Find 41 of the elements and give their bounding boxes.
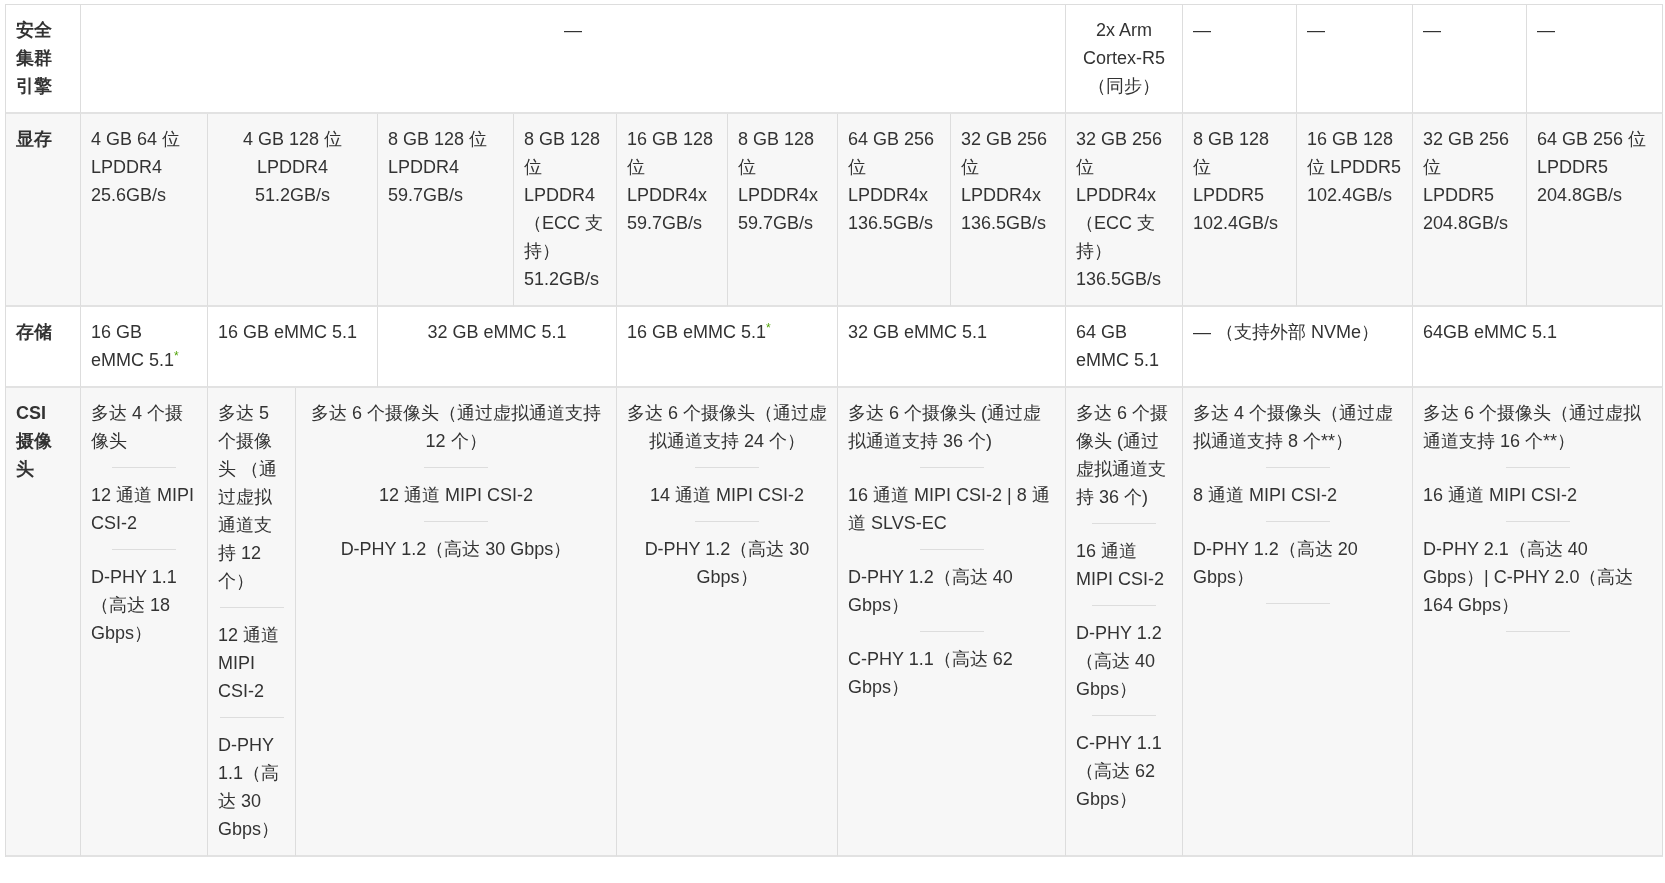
cell-text: 16 通道 MIPI CSI-2	[1423, 484, 1579, 507]
cell-text: 12 通道 MIPI CSI-2	[91, 484, 196, 535]
table-cell: 8 GB 128 位 LPDDR4 59.7GB/s	[378, 114, 514, 307]
cell-text: 多达 5 个摄像头 （通过虚拟通道支持 12 个）	[218, 402, 278, 593]
cell-text: D-PHY 1.2（高达 40 Gbps）	[848, 566, 1014, 617]
cell-text: 多达 6 个摄像头（通过虚拟通道支持 12 个）	[310, 402, 602, 453]
cell-text: C-PHY 1.1（高达 62 Gbps）	[848, 648, 1014, 699]
table-cell: 32 GB 256 位 LPDDR4x 136.5GB/s	[951, 114, 1066, 307]
table-cell: 16 GB 128 位 LPDDR5 102.4GB/s	[1297, 114, 1413, 307]
cell-text: D-PHY 1.1 （高达 18 Gbps）	[91, 566, 178, 645]
cell-text: 14 通道 MIPI CSI-2	[648, 484, 805, 507]
cell-text: 12 通道 MIPI CSI-2	[377, 484, 534, 507]
cell-text: 多达 4 个摄像头（通过虚拟通道支持 8 个**）	[1193, 402, 1394, 453]
cell-text: 多达 6 个摄像头 (通过虚拟通道支持 36 个)	[848, 402, 1042, 453]
cell-text: D-PHY 1.2（高达 30 Gbps）	[643, 538, 811, 589]
cell-text: 多达 6 个摄像头 (通过虚拟通道支持 36 个)	[1076, 402, 1169, 509]
cell-text: D-PHY 1.2（高达 30 Gbps）	[339, 538, 573, 561]
cell-text: D-PHY 1.2（高达 20 Gbps）	[1193, 538, 1359, 589]
cell-text: 多达 6 个摄像头（通过虚拟通道支持 16 个**）	[1423, 402, 1642, 453]
table-cell: 16 GB 128 位 LPDDR4x 59.7GB/s	[617, 114, 728, 307]
table-cell: 32 GB 256 位 LPDDR5 204.8GB/s	[1413, 114, 1527, 307]
table-cell: 8 GB 128 位 LPDDR4 （ECC 支持） 51.2GB/s	[514, 114, 617, 307]
cell-text: C-PHY 1.1 （高达 62 Gbps）	[1076, 732, 1163, 811]
row-header: 显存	[6, 114, 81, 307]
cell-text: 16 通道 MIPI CSI-2	[1076, 540, 1165, 591]
cell-text: 8 通道 MIPI CSI-2	[1193, 484, 1339, 507]
table-cell: 64 GB 256 位 LPDDR5 204.8GB/s	[1527, 114, 1663, 307]
table-cell: 8 GB 128 位 LPDDR4x 59.7GB/s	[728, 114, 838, 307]
table-cell: 4 GB 128 位 LPDDR4 51.2GB/s	[208, 114, 378, 307]
cell-text: 16 通道 MIPI CSI-2 | 8 通道 SLVS-EC	[848, 484, 1051, 535]
cell-text: 12 通道 MIPI CSI-2	[218, 624, 281, 703]
table-cell: 4 GB 64 位 LPDDR4 25.6GB/s	[81, 114, 208, 307]
cell-text: D-PHY 1.2 （高达 40 Gbps）	[1076, 622, 1163, 701]
row-header: CSI 摄像头	[6, 388, 81, 857]
table-cell: 32 GB 256 位 LPDDR4x （ECC 支持） 136.5GB/s	[1066, 114, 1183, 307]
cell-text: D-PHY 1.1（高达 30 Gbps）	[218, 734, 281, 841]
table-cell: 8 GB 128 位 LPDDR5 102.4GB/s	[1183, 114, 1297, 307]
cell-text: D-PHY 2.1（高达 40 Gbps）| C-PHY 2.0（高达 164 Gbps）	[1423, 538, 1635, 617]
cell-text: 多达 4 个摄像头	[91, 402, 184, 453]
table-cell: 64 GB 256 位 LPDDR4x 136.5GB/s	[838, 114, 951, 307]
cell-text: 多达 6 个摄像头（通过虚拟通道支持 24 个）	[627, 402, 827, 453]
